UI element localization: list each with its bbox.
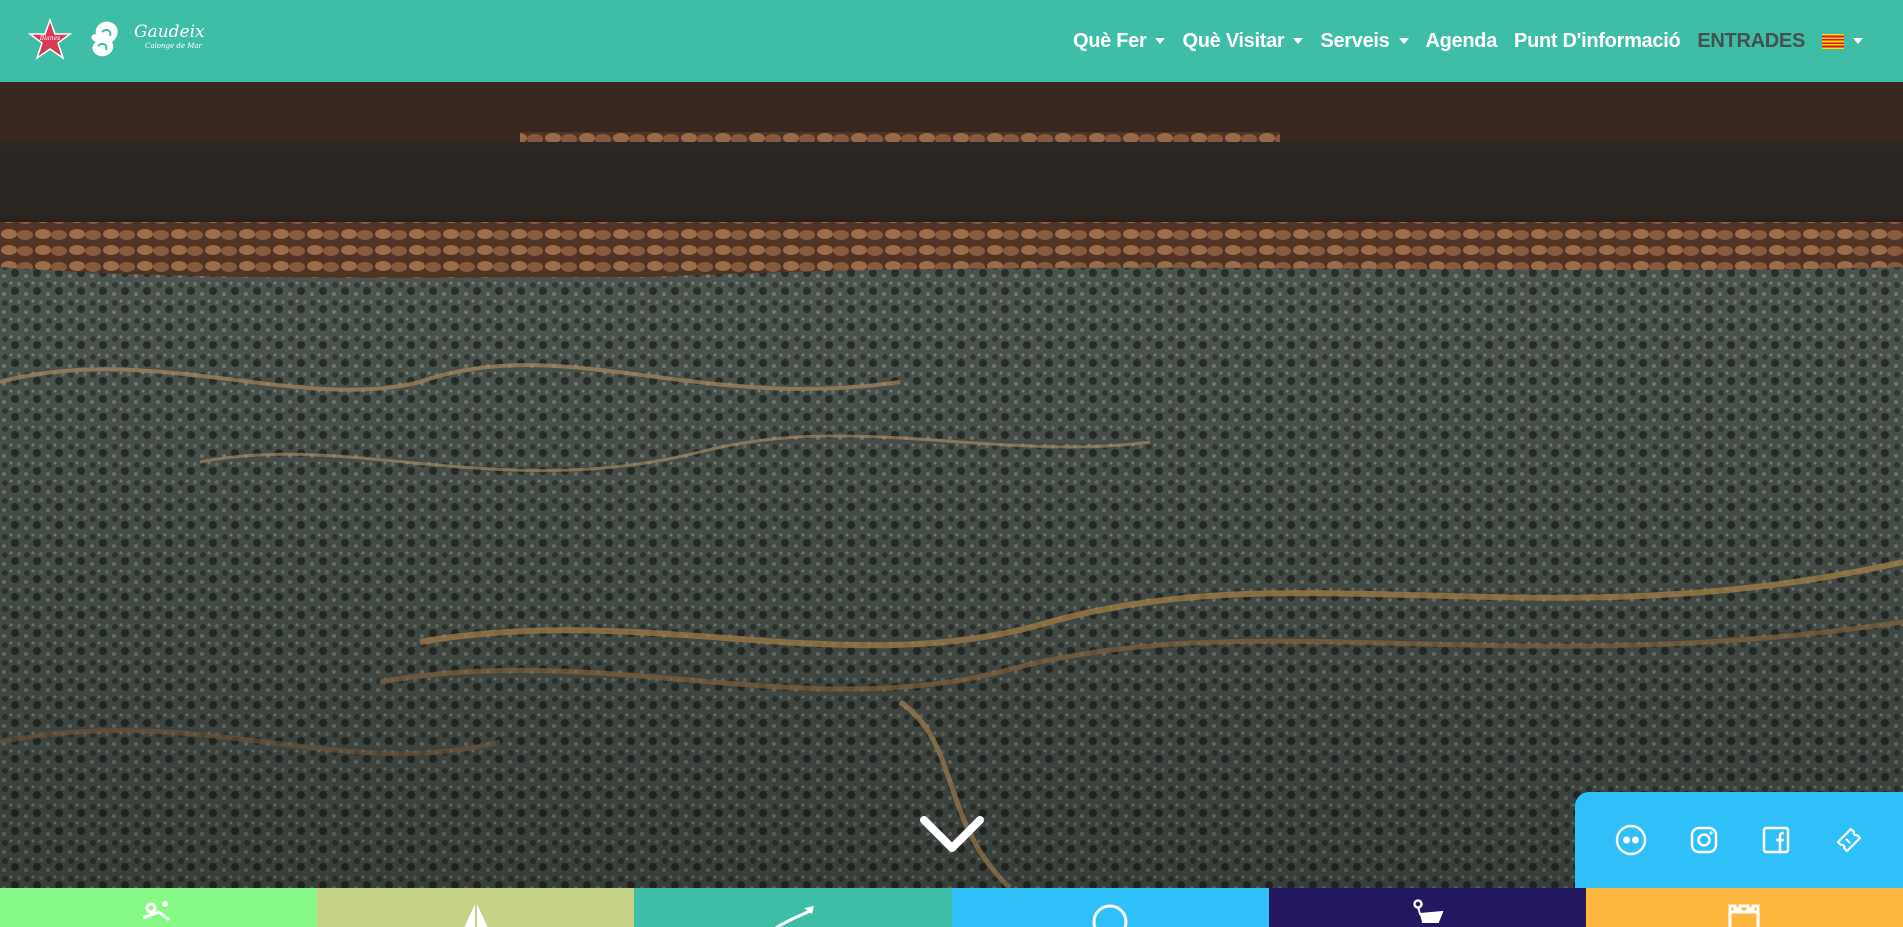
- nav-agenda[interactable]: Agenda: [1426, 30, 1498, 53]
- scroll-down-chevron-icon[interactable]: [918, 812, 986, 856]
- logo-name: Gaudeix: [134, 22, 205, 42]
- blanes-star-logo[interactable]: Blanes: [28, 18, 72, 62]
- category-sailing[interactable]: [317, 888, 635, 927]
- category-kayak[interactable]: [634, 888, 952, 927]
- nav-label: Què Fer: [1073, 29, 1147, 52]
- waves-illustration: [0, 82, 1903, 888]
- category-shopping[interactable]: [1268, 888, 1586, 927]
- nav-punt-informacio[interactable]: Punt D'informació: [1514, 29, 1681, 53]
- nav-label: Serveis: [1320, 29, 1390, 52]
- nav-label: Què Visitar: [1182, 29, 1285, 52]
- main-navigation: Què Fer Què Visitar Serveis Agenda Punt …: [1056, 0, 1863, 82]
- category-bar: [0, 888, 1903, 927]
- logo-subtitle: Calonge de Mar: [145, 42, 202, 50]
- nav-label: ENTRADES: [1697, 29, 1805, 52]
- category-castle[interactable]: [1585, 888, 1903, 927]
- shopping-cart-icon: [1413, 899, 1444, 923]
- castle-icon: [1728, 904, 1760, 927]
- chevron-down-icon: [1853, 38, 1863, 44]
- chevron-down-icon: [1398, 38, 1409, 44]
- category-cycling[interactable]: [0, 888, 318, 927]
- chevron-down-icon: [1293, 38, 1304, 44]
- ticket-icon[interactable]: [1832, 823, 1866, 857]
- chevron-down-icon: [1155, 38, 1166, 44]
- social-links-panel: [1575, 792, 1903, 888]
- sailboat-icon: [464, 902, 488, 927]
- nav-que-fer[interactable]: Què Fer: [1073, 29, 1166, 53]
- nav-que-visitar[interactable]: Què Visitar: [1182, 29, 1304, 53]
- kayak-icon: [775, 906, 814, 927]
- nav-entrades[interactable]: ENTRADES: [1697, 30, 1805, 53]
- facebook-icon[interactable]: [1759, 823, 1793, 857]
- catalan-flag-icon: [1822, 33, 1844, 49]
- language-selector[interactable]: [1822, 33, 1863, 49]
- category-compass[interactable]: [951, 888, 1269, 927]
- nav-label: Agenda: [1425, 29, 1498, 52]
- compass-icon: [1092, 904, 1128, 927]
- cycling-icon: [142, 901, 170, 922]
- nav-label: Punt D'informació: [1514, 29, 1681, 52]
- site-header: Blanes Gaudeix Calonge de Mar Què Fer Qu…: [0, 0, 1903, 82]
- instagram-icon[interactable]: [1687, 823, 1721, 857]
- hero-image: [0, 82, 1903, 888]
- flickr-icon[interactable]: [1614, 823, 1648, 857]
- nav-serveis[interactable]: Serveis: [1320, 29, 1409, 53]
- svg-text:Blanes: Blanes: [39, 35, 60, 42]
